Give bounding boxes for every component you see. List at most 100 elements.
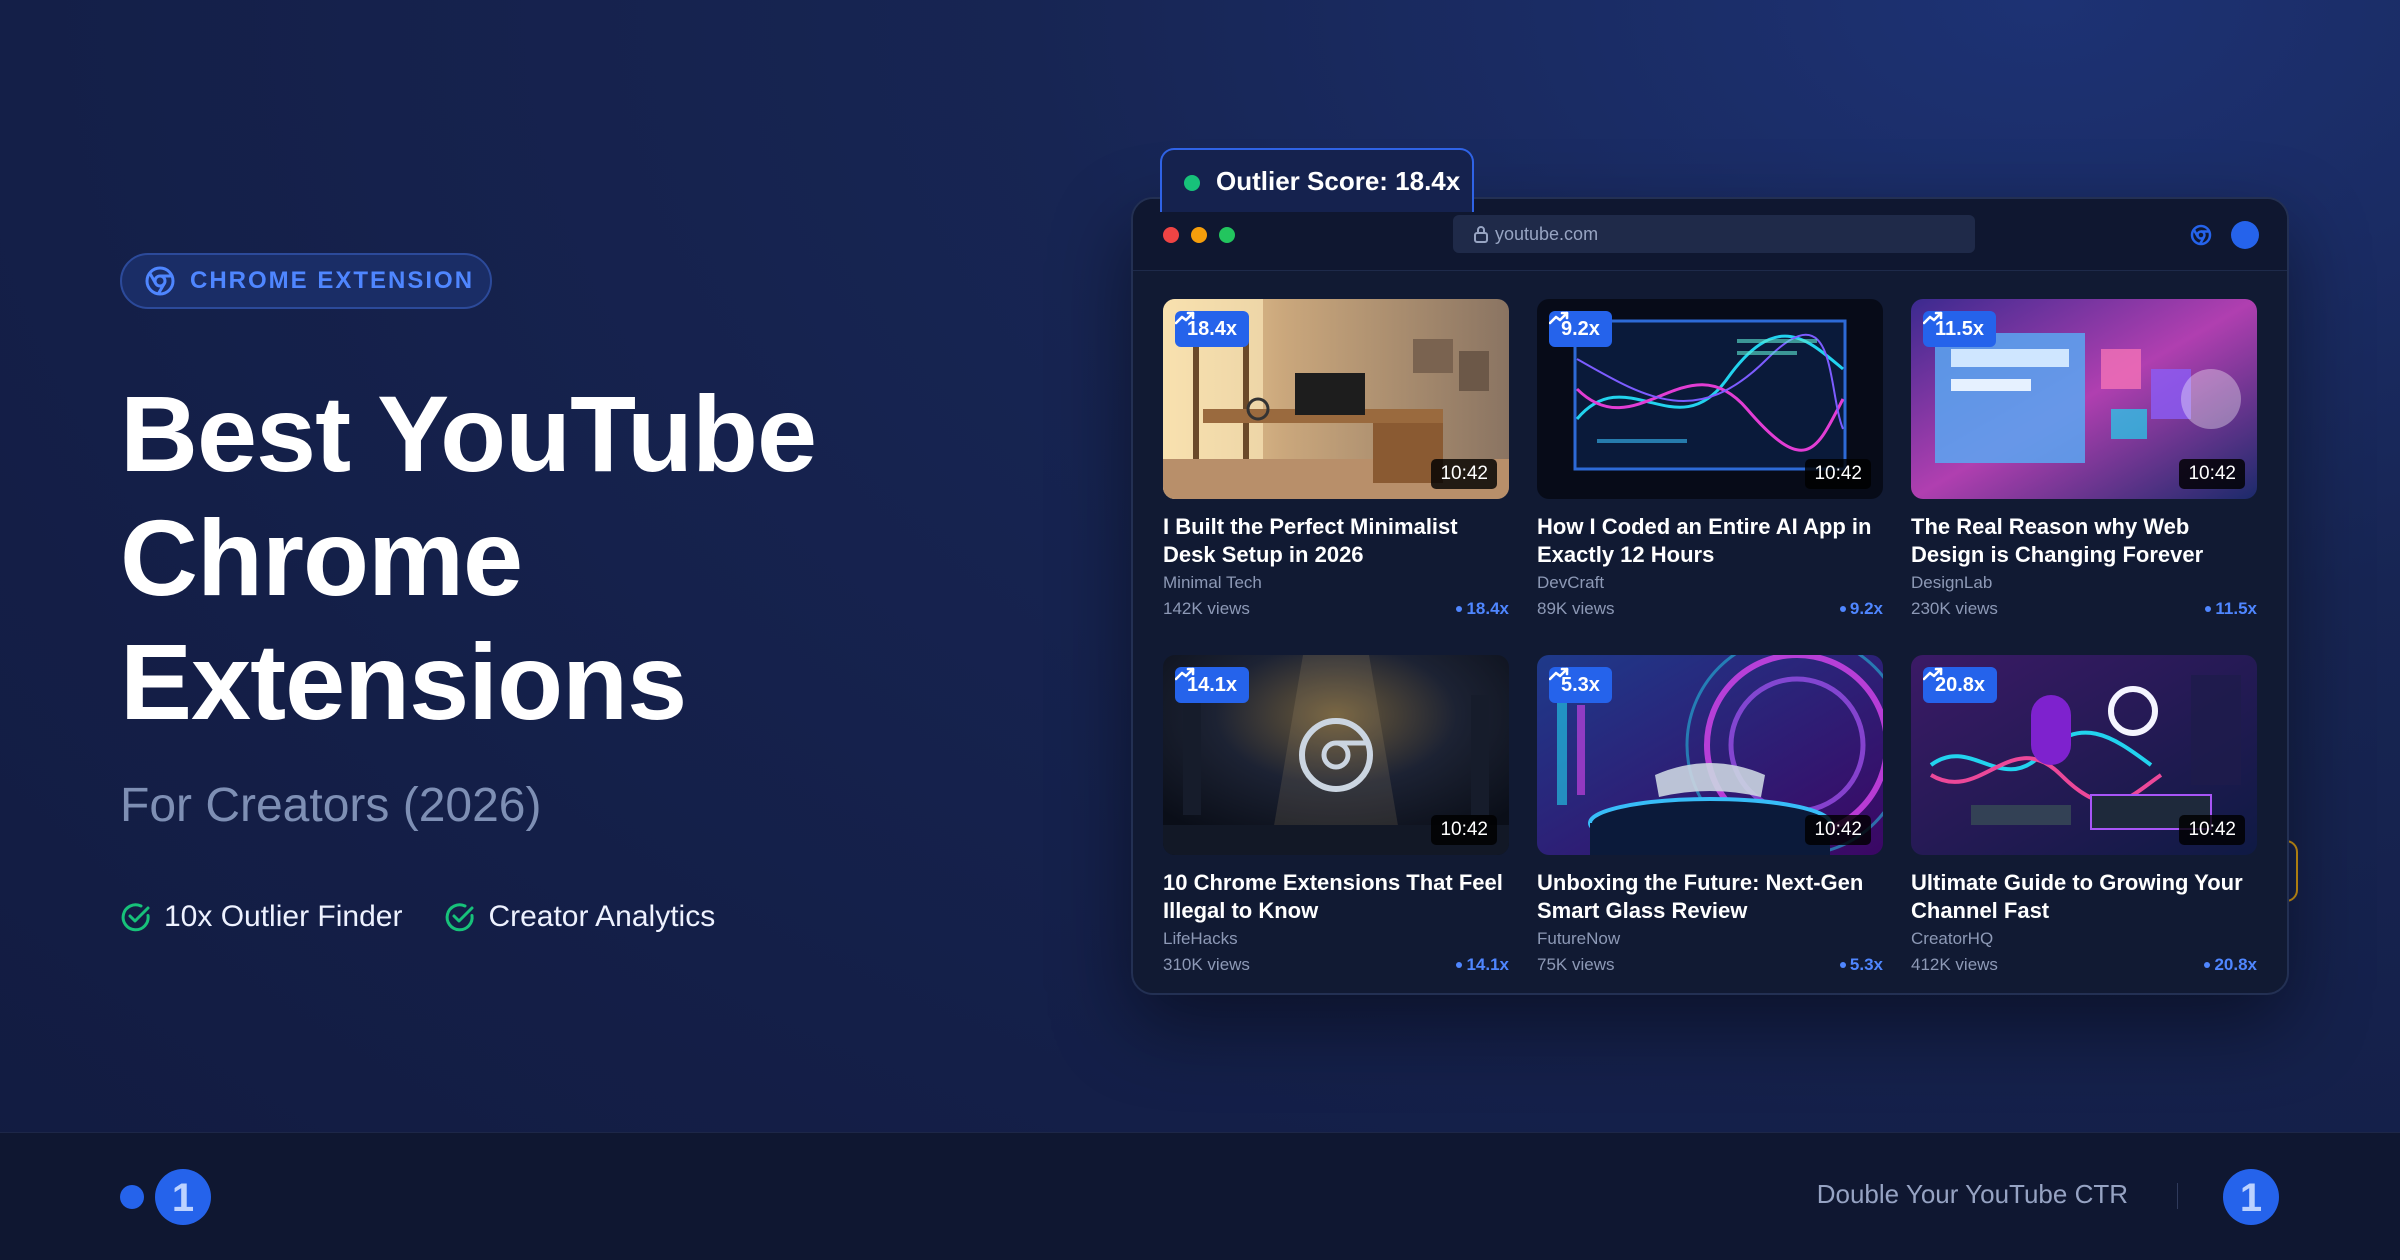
score-dot bbox=[1839, 606, 1846, 612]
chrome-icon bbox=[145, 266, 175, 296]
video-grid: 18.4x 10:42 I Built the Perfect Minimali… bbox=[1163, 299, 2257, 989]
video-card[interactable]: 9.2x 10:42 How I Coded an Entire AI App … bbox=[1537, 299, 1883, 633]
score-value: 20.8x bbox=[2214, 955, 2257, 974]
video-title[interactable]: Unboxing the Future: Next-Gen Smart Glas… bbox=[1537, 869, 1883, 925]
extension-icon[interactable] bbox=[2189, 223, 2213, 247]
video-thumbnail[interactable]: 14.1x 10:42 bbox=[1163, 655, 1509, 855]
score-value: 18.4x bbox=[1466, 599, 1509, 618]
video-thumbnail[interactable]: 5.3x 10:42 bbox=[1537, 655, 1883, 855]
channel-name[interactable]: FutureNow bbox=[1537, 929, 1883, 949]
score-dot bbox=[2204, 962, 2211, 968]
page-title: Best YouTube Chrome Extensions bbox=[120, 372, 1020, 744]
feature-item: 10x Outlier Finder bbox=[120, 900, 402, 934]
video-thumbnail[interactable]: 9.2x 10:42 bbox=[1537, 299, 1883, 499]
trending-up-icon bbox=[1175, 667, 1195, 681]
channel-name[interactable]: DevCraft bbox=[1537, 573, 1883, 593]
title-line: Best YouTube bbox=[120, 373, 817, 494]
view-count: 89K views bbox=[1537, 599, 1615, 618]
video-duration: 10:42 bbox=[1805, 459, 1871, 489]
outlier-badge: 9.2x bbox=[1549, 311, 1612, 347]
score-value: 5.3x bbox=[1849, 955, 1883, 974]
outlier-score: 5.3x bbox=[1839, 955, 1883, 975]
video-title[interactable]: The Real Reason why Web Design is Changi… bbox=[1911, 513, 2257, 569]
outlier-badge: 18.4x bbox=[1175, 311, 1250, 347]
outlier-score: 20.8x bbox=[2204, 955, 2257, 975]
outlier-badge: 11.5x bbox=[1923, 311, 1996, 347]
check-circle-icon bbox=[121, 903, 150, 932]
video-meta: 230K views 11.5x bbox=[1911, 599, 2257, 619]
outlier-score-label: Outlier Score: 18.4x bbox=[1216, 166, 1461, 196]
view-count: 310K views bbox=[1163, 955, 1250, 974]
feature-list: 10x Outlier Finder Creator Analytics bbox=[120, 900, 715, 934]
video-card[interactable]: 11.5x 10:42 The Real Reason why Web Desi… bbox=[1911, 299, 2257, 633]
extension-icons bbox=[2189, 221, 2259, 249]
outlier-badge: 14.1x bbox=[1175, 667, 1250, 703]
outlier-score: 18.4x bbox=[1456, 599, 1509, 619]
title-line: Chrome bbox=[120, 497, 523, 618]
footer-divider bbox=[2177, 1183, 2178, 1209]
logo-glyph: 1 bbox=[172, 1176, 194, 1220]
outlier-score: 14.1x bbox=[1456, 955, 1509, 975]
video-duration: 10:42 bbox=[1431, 815, 1497, 845]
video-duration: 10:42 bbox=[2179, 459, 2245, 489]
lock-icon bbox=[1474, 226, 1488, 243]
view-count: 230K views bbox=[1911, 599, 1998, 618]
minimize-window-button[interactable] bbox=[1191, 227, 1207, 243]
status-dot bbox=[1184, 175, 1200, 191]
video-title[interactable]: How I Coded an Entire AI App in Exactly … bbox=[1537, 513, 1883, 569]
score-value: 11.5x bbox=[2215, 599, 2257, 618]
profile-avatar[interactable] bbox=[2231, 221, 2259, 249]
video-duration: 10:42 bbox=[2179, 815, 2245, 845]
brand-logo-icon: 1 bbox=[120, 1169, 211, 1225]
video-title[interactable]: 10 Chrome Extensions That Feel Illegal t… bbox=[1163, 869, 1509, 925]
video-thumbnail[interactable]: 11.5x 10:42 bbox=[1911, 299, 2257, 499]
trending-up-icon bbox=[1923, 667, 1943, 681]
video-thumbnail[interactable]: 18.4x 10:42 bbox=[1163, 299, 1509, 499]
channel-name[interactable]: CreatorHQ bbox=[1911, 929, 2257, 949]
video-card[interactable]: 18.4x 10:42 I Built the Perfect Minimali… bbox=[1163, 299, 1509, 633]
logo-glyph: 1 bbox=[2240, 1176, 2262, 1220]
video-meta: 412K views 20.8x bbox=[1911, 955, 2257, 975]
video-card[interactable]: 20.8x 10:42 Ultimate Guide to Growing Yo… bbox=[1911, 655, 2257, 989]
view-count: 412K views bbox=[1911, 955, 1998, 974]
view-count: 142K views bbox=[1163, 599, 1250, 618]
video-card[interactable]: 14.1x 10:42 10 Chrome Extensions That Fe… bbox=[1163, 655, 1509, 989]
trending-up-icon bbox=[1549, 667, 1569, 681]
channel-name[interactable]: Minimal Tech bbox=[1163, 573, 1509, 593]
feature-label: 10x Outlier Finder bbox=[164, 900, 403, 933]
outlier-score: 11.5x bbox=[2205, 599, 2257, 619]
outlier-badge: 5.3x bbox=[1549, 667, 1612, 703]
outlier-score: 9.2x bbox=[1839, 599, 1883, 619]
badge-label: CHROME EXTENSION bbox=[190, 267, 475, 294]
brand-mark-icon: 1 bbox=[2223, 1169, 2279, 1225]
channel-name[interactable]: LifeHacks bbox=[1163, 929, 1509, 949]
feature-label: Creator Analytics bbox=[488, 900, 716, 933]
video-meta: 142K views 18.4x bbox=[1163, 599, 1509, 619]
video-meta: 75K views 5.3x bbox=[1537, 955, 1883, 975]
video-card[interactable]: 5.3x 10:42 Unboxing the Future: Next-Gen… bbox=[1537, 655, 1883, 989]
trending-up-icon bbox=[1175, 311, 1195, 325]
outlier-badge: 20.8x bbox=[1923, 667, 1998, 703]
trending-up-icon bbox=[1923, 311, 1943, 325]
page-subtitle: For Creators (2026) bbox=[120, 779, 542, 832]
trending-up-icon bbox=[1549, 311, 1569, 325]
title-line: Extensions bbox=[120, 621, 687, 742]
maximize-window-button[interactable] bbox=[1219, 227, 1235, 243]
score-dot bbox=[1839, 962, 1846, 968]
chrome-extension-badge: CHROME EXTENSION bbox=[120, 253, 492, 309]
video-title[interactable]: Ultimate Guide to Growing Your Channel F… bbox=[1911, 869, 2257, 925]
address-bar[interactable]: youtube.com bbox=[1453, 215, 1975, 253]
video-thumbnail[interactable]: 20.8x 10:42 bbox=[1911, 655, 2257, 855]
video-title[interactable]: I Built the Perfect Minimalist Desk Setu… bbox=[1163, 513, 1509, 569]
outlier-score-tag: Outlier Score: 18.4x bbox=[1160, 148, 1474, 212]
score-value: 9.2x bbox=[1849, 599, 1883, 618]
score-dot bbox=[1456, 606, 1463, 612]
footer-tagline: Double Your YouTube CTR bbox=[1816, 1179, 2128, 1209]
footer: 1 Double Your YouTube CTR 1 bbox=[0, 1132, 2400, 1260]
channel-name[interactable]: DesignLab bbox=[1911, 573, 2257, 593]
score-dot bbox=[1456, 962, 1463, 968]
score-dot bbox=[2205, 606, 2212, 612]
video-meta: 310K views 14.1x bbox=[1163, 955, 1509, 975]
close-window-button[interactable] bbox=[1163, 227, 1179, 243]
check-circle-icon bbox=[446, 903, 475, 932]
